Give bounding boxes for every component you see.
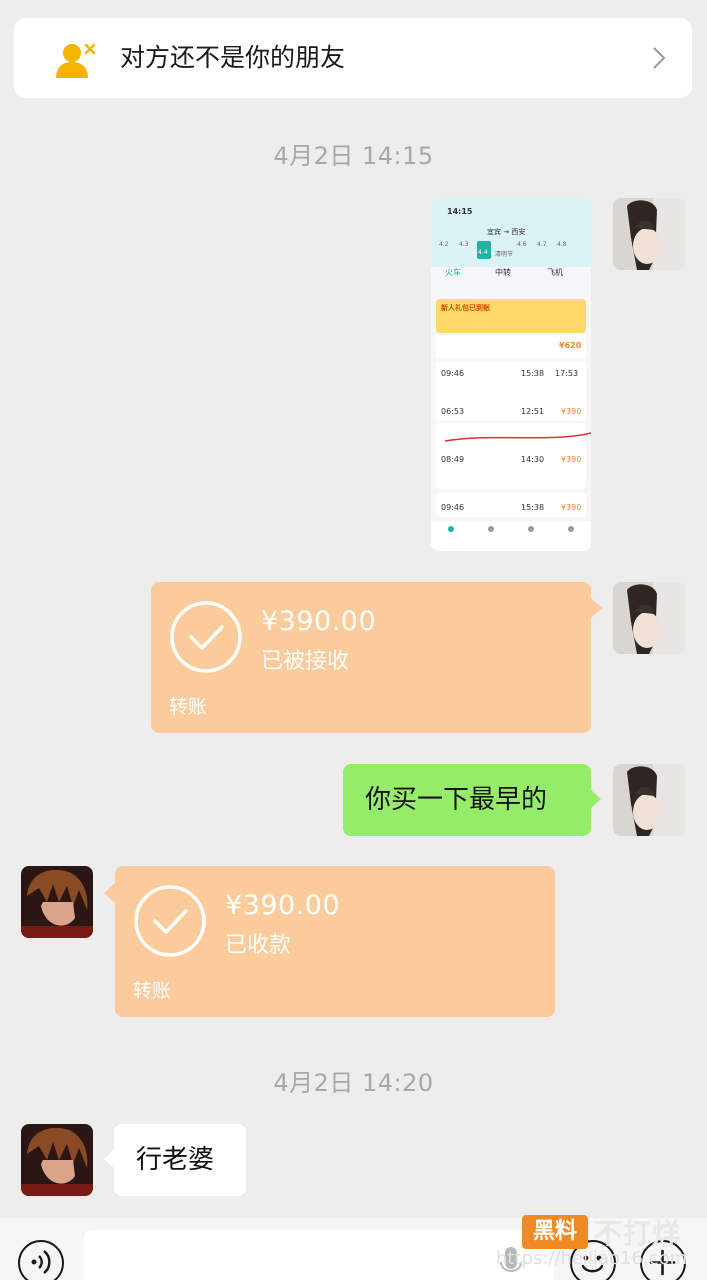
avatar-image bbox=[613, 198, 685, 270]
timestamp: 4月2日 14:15 bbox=[273, 142, 434, 170]
avatar-receiver[interactable] bbox=[21, 866, 93, 938]
watermark-url: https://heiliao16.com bbox=[496, 1248, 688, 1269]
screenshot-train-price: ¥390 bbox=[561, 455, 582, 464]
avatar-image bbox=[21, 1124, 93, 1196]
notice-text: 对方还不是你的朋友 bbox=[120, 43, 346, 72]
screenshot-train-arr: 15:38 bbox=[521, 369, 545, 378]
screenshot-train-dep: 08:49 bbox=[441, 455, 465, 464]
screenshot-mode: 中转 bbox=[495, 268, 511, 277]
watermark-title: 不打烊 bbox=[594, 1217, 682, 1250]
transfer-status: 已收款 bbox=[225, 933, 292, 958]
transfer-label: 转账 bbox=[133, 980, 172, 1002]
transfer-status: 已被接收 bbox=[261, 649, 350, 674]
screenshot-train-price: ¥390 bbox=[561, 407, 582, 416]
screenshot-train-dep: 09:46 bbox=[441, 369, 465, 378]
screenshot-date: 4.7 bbox=[537, 241, 547, 248]
screenshot-date-label: 清明节 bbox=[495, 251, 514, 258]
bubble-tail bbox=[104, 883, 115, 903]
image-message-ticket-screenshot[interactable]: 14:15 宜宾 → 西安 4.2 4.3 4.4 清明节 4.6 4.7 4.… bbox=[431, 197, 591, 551]
avatar-sender[interactable] bbox=[613, 764, 685, 836]
avatar-image bbox=[613, 764, 685, 836]
screenshot-mode: 飞机 bbox=[547, 268, 563, 277]
watermark-badge: 黑料 bbox=[522, 1215, 588, 1249]
screenshot-train-arr: 15:38 bbox=[521, 503, 545, 512]
bubble-tail bbox=[591, 790, 601, 808]
screenshot-promo: 新人礼包已到账 bbox=[441, 304, 490, 312]
transfer-card-received[interactable]: ¥390.00 已收款 转账 bbox=[115, 866, 555, 1017]
screenshot-route: 宜宾 → 西安 bbox=[487, 228, 526, 236]
screenshot-train-arr: 12:51 bbox=[521, 407, 545, 416]
screenshot-mode: 火车 bbox=[445, 268, 461, 277]
avatar-image bbox=[21, 866, 93, 938]
transfer-card-sent[interactable]: ¥390.00 已被接收 转账 bbox=[151, 582, 591, 733]
message-bubble-sent[interactable]: 你买一下最早的 bbox=[343, 764, 591, 836]
screenshot-train-dep: 09:46 bbox=[441, 503, 465, 512]
screenshot-date: 4.6 bbox=[517, 241, 527, 248]
screenshot-train-arr: 14:30 bbox=[521, 455, 545, 464]
transfer-amount: ¥390.00 bbox=[261, 606, 377, 637]
timestamp: 4月2日 14:20 bbox=[273, 1069, 434, 1097]
avatar-sender[interactable] bbox=[613, 582, 685, 654]
avatar-sender[interactable] bbox=[613, 198, 685, 270]
screenshot-date: 4.8 bbox=[557, 241, 567, 248]
screenshot-date: 4.4 bbox=[478, 249, 488, 256]
voice-icon bbox=[31, 1250, 51, 1274]
transfer-amount: ¥390.00 bbox=[225, 890, 341, 921]
message-input[interactable] bbox=[84, 1230, 554, 1280]
voice-toggle-button[interactable] bbox=[18, 1240, 64, 1280]
check-circle-icon bbox=[170, 601, 242, 673]
screenshot-status-time: 14:15 bbox=[447, 207, 473, 216]
user-add-x-icon bbox=[56, 43, 96, 78]
message-bubble-received[interactable]: 行老婆 bbox=[114, 1124, 246, 1196]
screenshot-train-price: ¥390 bbox=[561, 503, 582, 512]
bubble-tail bbox=[104, 1150, 114, 1168]
avatar-receiver[interactable] bbox=[21, 1124, 93, 1196]
screenshot-date: 4.2 bbox=[439, 241, 449, 248]
bubble-tail bbox=[591, 598, 602, 618]
chevron-right-icon bbox=[653, 47, 666, 69]
screenshot-train-price: 17:53 bbox=[555, 369, 579, 378]
screenshot-train-dep: 06:53 bbox=[441, 407, 465, 416]
not-friend-notice[interactable]: 对方还不是你的朋友 bbox=[14, 18, 692, 98]
transfer-label: 转账 bbox=[169, 696, 208, 718]
screenshot-date: 4.3 bbox=[459, 241, 469, 248]
avatar-image bbox=[613, 582, 685, 654]
screenshot-fare: ¥620 bbox=[559, 341, 582, 350]
check-circle-icon bbox=[134, 885, 206, 957]
